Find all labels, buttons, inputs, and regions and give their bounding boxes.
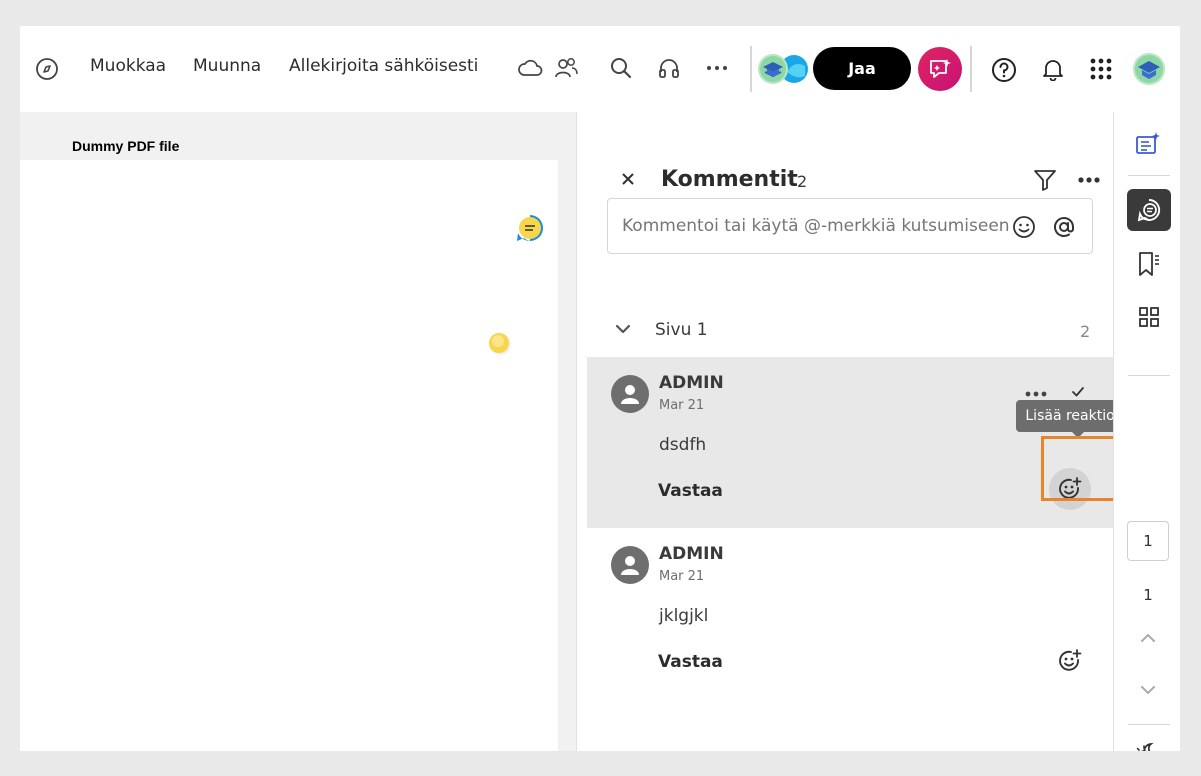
bookmark-icon[interactable] [1136, 250, 1162, 278]
comment-date: Mar 21 [659, 569, 705, 584]
comment-card[interactable]: ADMIN Mar 21 dsdfh Vastaa [587, 357, 1113, 528]
pdf-page[interactable] [20, 160, 558, 751]
total-pages: 1 [1127, 584, 1169, 606]
reply-button[interactable]: Vastaa [658, 481, 723, 501]
rail-divider [1128, 724, 1170, 725]
comment-count: 2 [797, 172, 808, 191]
page-number-value: 1 [1143, 532, 1153, 550]
acrobat-window: Muokkaa Muunna Allekirjoita sähköisesti … [20, 26, 1180, 751]
share-button[interactable]: Jaa [813, 47, 911, 90]
search-icon[interactable] [608, 55, 634, 81]
document-title: Dummy PDF file [72, 138, 180, 154]
page-group-label[interactable]: Sivu 1 [655, 320, 708, 340]
avatar [611, 546, 649, 584]
close-icon[interactable] [619, 170, 639, 190]
share-button-label: Jaa [848, 59, 876, 78]
focus-highlight [1041, 436, 1117, 501]
comment-input[interactable]: Kommentoi tai käytä @-merkkiä kutsumisee… [607, 198, 1093, 254]
resolve-check-icon[interactable] [1071, 383, 1087, 397]
help-icon[interactable] [990, 56, 1018, 84]
chevron-up-icon[interactable] [1136, 628, 1160, 648]
ai-summary-icon[interactable] [1134, 130, 1162, 158]
comment-author: ADMIN [659, 373, 724, 393]
page-number-input[interactable]: 1 [1127, 521, 1169, 561]
compass-icon[interactable] [34, 56, 60, 82]
comment-author: ADMIN [659, 544, 724, 564]
comment-card[interactable]: ADMIN Mar 21 jklgjkl Vastaa [587, 528, 1113, 688]
ai-chat-icon[interactable] [918, 47, 962, 91]
bell-icon[interactable] [1040, 56, 1066, 82]
mention-icon[interactable] [1052, 215, 1076, 239]
menu-esign[interactable]: Allekirjoita sähköisesti [289, 56, 478, 76]
panel-more-icon[interactable] [1077, 170, 1103, 190]
theme-toggle-icon[interactable] [1134, 740, 1164, 751]
people-icon[interactable] [552, 55, 580, 81]
rail-divider [1128, 175, 1170, 176]
top-toolbar: Muokkaa Muunna Allekirjoita sähköisesti … [20, 26, 1180, 112]
chevron-down-icon[interactable] [1136, 680, 1160, 700]
page-group-count: 2 [1080, 322, 1091, 341]
sticky-note-icon-active[interactable] [515, 213, 545, 243]
menu-convert[interactable]: Muunna [193, 56, 261, 76]
toolbar-divider [750, 46, 752, 92]
collab-avatars[interactable] [757, 52, 811, 86]
thumbnails-icon[interactable] [1137, 305, 1161, 329]
comments-panel-icon[interactable] [1127, 189, 1171, 231]
comment-text: dsdfh [659, 435, 707, 455]
avatar [611, 375, 649, 413]
emoji-icon[interactable] [1012, 215, 1036, 239]
rail-divider [1128, 375, 1170, 376]
user-avatar[interactable] [1132, 52, 1166, 86]
comment-date: Mar 21 [659, 398, 705, 413]
more-icon[interactable] [704, 56, 730, 80]
filter-icon[interactable] [1033, 168, 1059, 194]
sticky-note-icon[interactable] [485, 330, 513, 358]
chevron-down-icon[interactable] [615, 320, 633, 334]
menu-edit[interactable]: Muokkaa [90, 56, 166, 76]
comment-more-icon[interactable] [1024, 383, 1050, 397]
panel-title: Kommentit [661, 167, 798, 192]
cloud-icon[interactable] [517, 56, 543, 80]
comment-input-placeholder: Kommentoi tai käytä @-merkkiä kutsumisee… [622, 216, 1010, 236]
toolbar-divider-2 [970, 46, 972, 92]
headphones-icon[interactable] [656, 55, 682, 81]
apps-grid-icon[interactable] [1089, 57, 1113, 81]
reply-button[interactable]: Vastaa [658, 652, 723, 672]
add-reaction-icon[interactable] [1057, 648, 1083, 674]
total-pages-value: 1 [1143, 586, 1153, 604]
right-rail: 1 1 [1113, 112, 1180, 751]
comment-text: jklgjkl [659, 606, 709, 626]
document-viewport[interactable] [20, 112, 576, 751]
